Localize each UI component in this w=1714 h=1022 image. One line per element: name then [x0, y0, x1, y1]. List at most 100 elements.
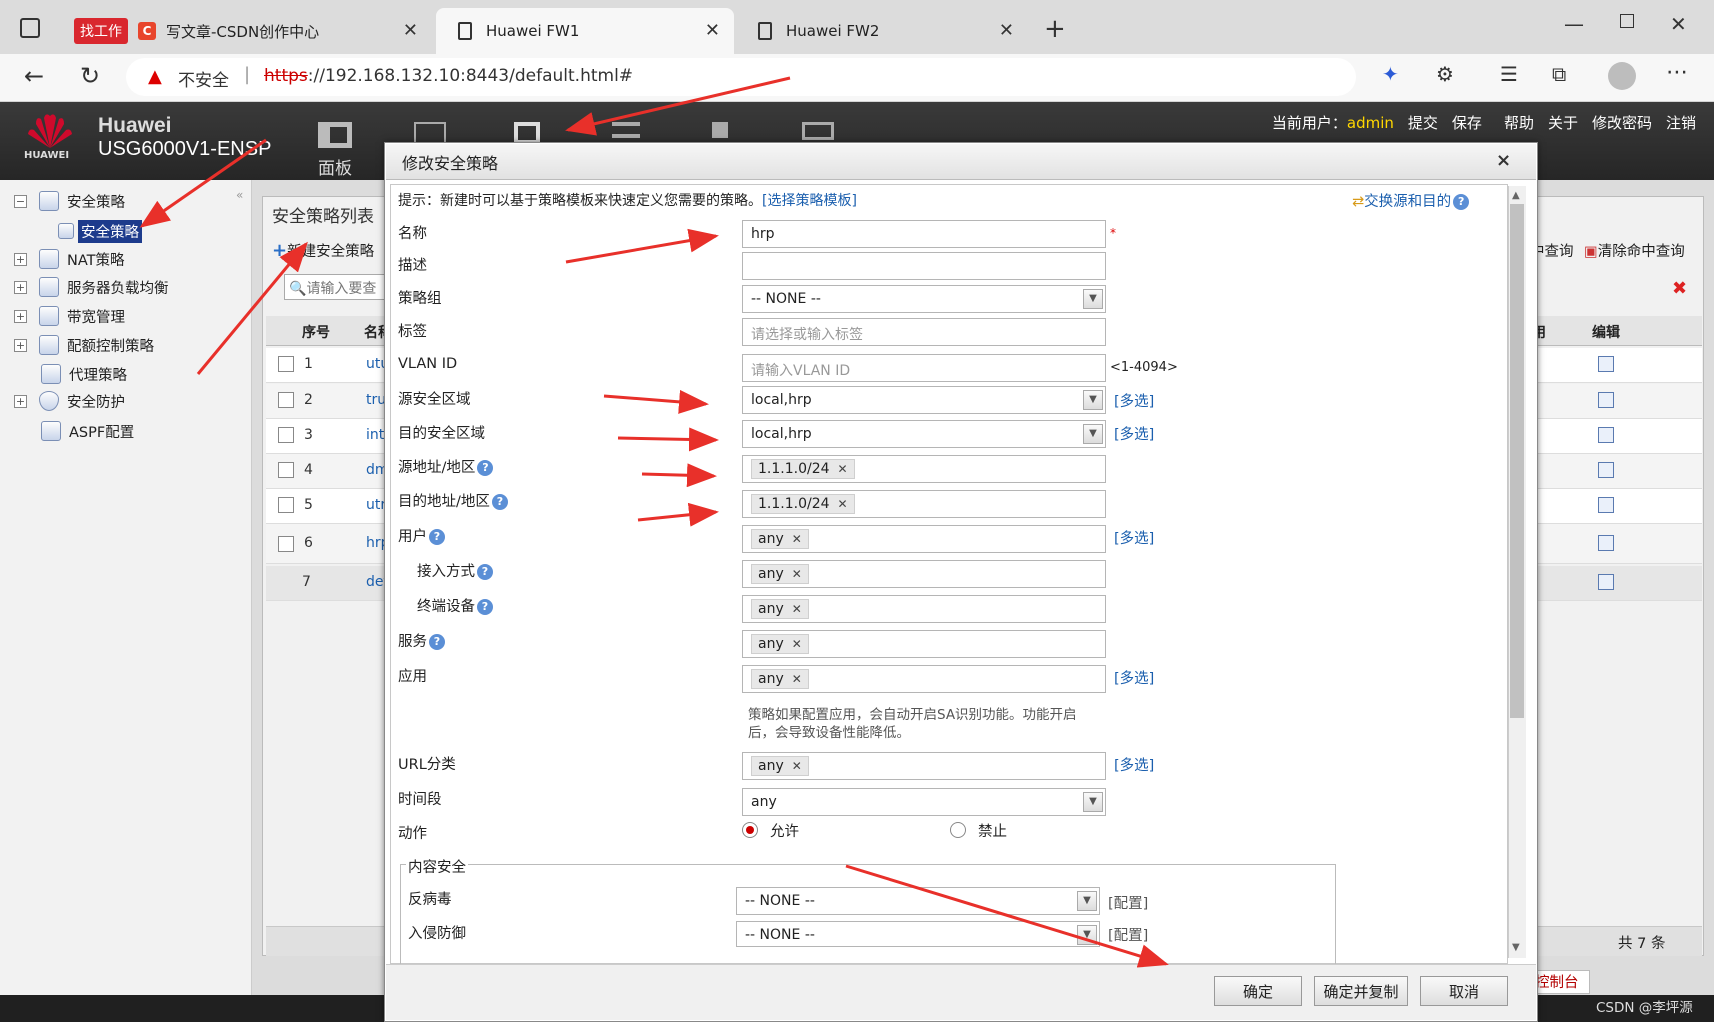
access-input[interactable]: any ✕ — [742, 560, 1106, 588]
ips-select[interactable]: -- NONE -- ▼ — [736, 921, 1100, 947]
allow-radio[interactable] — [742, 822, 758, 838]
back-icon[interactable]: ← — [24, 62, 44, 90]
logout-link[interactable]: 注销 — [1666, 112, 1696, 133]
warning-icon[interactable]: ▲ — [148, 66, 162, 87]
edit-icon[interactable] — [1598, 462, 1614, 478]
dst-zone-multi-link[interactable]: [多选] — [1114, 423, 1154, 444]
job-badge[interactable]: 找工作 — [74, 18, 128, 44]
remove-tag-icon[interactable]: ✕ — [792, 672, 802, 686]
antivirus-config-link[interactable]: [配置] — [1108, 892, 1148, 913]
cancel-button[interactable]: 取消 — [1420, 976, 1508, 1006]
row-checkbox[interactable] — [278, 427, 294, 443]
vlan-input[interactable]: 请输入VLAN ID — [742, 354, 1106, 382]
profile-avatar-icon[interactable] — [1608, 62, 1636, 90]
search-input[interactable]: 🔍请输入要查 — [284, 274, 388, 300]
puzzle-icon[interactable]: ⚙ — [1436, 62, 1454, 86]
user-input[interactable]: any ✕ — [742, 525, 1106, 553]
expand-icon[interactable]: + — [14, 338, 27, 352]
about-link[interactable]: 关于 — [1548, 112, 1578, 133]
system-nav-icon[interactable] — [802, 122, 834, 140]
collapse-icon[interactable]: − — [14, 194, 27, 208]
user-multi-link[interactable]: [多选] — [1114, 527, 1154, 548]
row-checkbox[interactable] — [278, 462, 294, 478]
expand-icon[interactable]: + — [14, 394, 27, 408]
favorites-icon[interactable]: ☰ — [1500, 62, 1518, 86]
scroll-up-icon[interactable]: ▲ — [1512, 190, 1520, 201]
new-policy-button[interactable]: +新建安全策略 — [272, 240, 374, 261]
minimize-icon[interactable]: — — [1564, 12, 1584, 36]
sidebar-item-security-policy[interactable]: − 安全策略 — [14, 190, 125, 212]
edit-icon[interactable] — [1598, 497, 1614, 513]
security-label[interactable]: 不安全 — [178, 66, 229, 91]
help-icon[interactable]: ? — [491, 494, 508, 510]
time-select[interactable]: any ▼ — [742, 788, 1106, 816]
ok-and-copy-button[interactable]: 确定并复制 — [1314, 976, 1408, 1006]
ips-config-link[interactable]: [配置] — [1108, 924, 1148, 945]
url-text[interactable]: https://192.168.132.10:8443/default.html… — [264, 66, 633, 86]
src-addr-input[interactable]: 1.1.1.0/24 ✕ — [742, 455, 1106, 483]
help-icon[interactable]: ? — [477, 599, 493, 615]
close-tab-icon[interactable]: ✕ — [999, 20, 1014, 41]
sidebar-item-proxy-policy[interactable]: 代理策略 — [41, 363, 127, 385]
reload-icon[interactable]: ↻ — [80, 62, 100, 90]
more-menu-icon[interactable]: ⋯ — [1666, 60, 1688, 85]
network-nav-icon[interactable] — [712, 122, 728, 138]
row-checkbox[interactable] — [278, 536, 294, 552]
clear-hit-query-button[interactable]: ▣清除命中查询 — [1584, 240, 1685, 261]
new-tab-icon[interactable]: + — [1044, 14, 1066, 44]
edit-icon[interactable] — [1598, 356, 1614, 372]
dialog-close-icon[interactable]: × — [1496, 150, 1511, 171]
help-icon[interactable]: ? — [477, 564, 493, 580]
policy-nav-icon[interactable] — [514, 122, 540, 144]
remove-tag-icon[interactable]: ✕ — [792, 637, 802, 651]
src-zone-select[interactable]: local,hrp ▼ — [742, 386, 1106, 414]
collapse-sidebar-icon[interactable]: « — [236, 188, 243, 202]
url-multi-link[interactable]: [多选] — [1114, 754, 1154, 775]
sidebar-item-bandwidth[interactable]: + 带宽管理 — [14, 305, 125, 327]
tab-huawei-fw2[interactable]: Huawei FW2 ✕ — [736, 8, 1028, 54]
chevron-down-icon[interactable]: ▼ — [1083, 792, 1103, 812]
edit-icon[interactable] — [1598, 392, 1614, 408]
app-multi-link[interactable]: [多选] — [1114, 667, 1154, 688]
remove-tag-icon[interactable]: ✕ — [792, 567, 802, 581]
remove-tag-icon[interactable]: ✕ — [792, 759, 802, 773]
chevron-down-icon[interactable]: ▼ — [1083, 424, 1103, 444]
sidebar-item-aspf[interactable]: ASPF配置 — [41, 420, 134, 442]
dst-addr-input[interactable]: 1.1.1.0/24 ✕ — [742, 490, 1106, 518]
expand-icon[interactable]: + — [14, 252, 27, 266]
close-tab-icon[interactable]: ✕ — [705, 20, 720, 41]
extension-icon[interactable]: ✦ — [1382, 62, 1399, 86]
tab-huawei-fw1[interactable]: Huawei FW1 ✕ — [436, 8, 734, 54]
deny-label[interactable]: 禁止 — [978, 820, 1007, 841]
expand-icon[interactable]: + — [14, 309, 27, 323]
name-input[interactable]: hrp — [742, 220, 1106, 248]
url-input[interactable]: ▲ 不安全 | https://192.168.132.10:8443/defa… — [126, 58, 1356, 96]
antivirus-select[interactable]: -- NONE -- ▼ — [736, 887, 1100, 915]
object-nav-icon[interactable] — [612, 122, 640, 138]
edit-icon[interactable] — [1598, 574, 1614, 590]
allow-label[interactable]: 允许 — [770, 820, 799, 841]
dashboard-nav[interactable]: 面板 — [318, 120, 368, 179]
service-input[interactable]: any ✕ — [742, 630, 1106, 658]
close-tab-icon[interactable]: ✕ — [403, 20, 418, 41]
remove-tag-icon[interactable]: ✕ — [792, 602, 802, 616]
terminal-input[interactable]: any ✕ — [742, 595, 1106, 623]
close-search-icon[interactable]: ✖ — [1672, 278, 1687, 299]
close-window-icon[interactable]: ✕ — [1670, 12, 1687, 36]
sidebar-item-nat-policy[interactable]: + NAT策略 — [14, 248, 125, 270]
tag-input[interactable]: 请选择或输入标签 — [742, 318, 1106, 346]
swap-src-dst-link[interactable]: ⇄交换源和目的? — [1352, 190, 1470, 211]
help-icon[interactable]: ? — [429, 634, 445, 650]
chevron-down-icon[interactable]: ▼ — [1083, 390, 1103, 410]
row-checkbox[interactable] — [278, 392, 294, 408]
tab-csdn[interactable]: 找工作 C 写文章-CSDN创作中心 ✕ — [62, 8, 432, 54]
dst-zone-select[interactable]: local,hrp ▼ — [742, 420, 1106, 448]
console-tab[interactable]: 控制台 — [1532, 970, 1590, 994]
submit-link[interactable]: 提交 — [1408, 112, 1438, 133]
help-icon[interactable]: ? — [477, 460, 494, 476]
sidebar-item-quota-control[interactable]: + 配额控制策略 — [14, 334, 154, 356]
help-icon[interactable]: ? — [1453, 194, 1470, 210]
deny-radio[interactable] — [950, 822, 966, 838]
monitor-nav-icon[interactable] — [414, 122, 446, 144]
sidebar-item-security-policy-child[interactable]: 安全策略 — [58, 219, 142, 243]
